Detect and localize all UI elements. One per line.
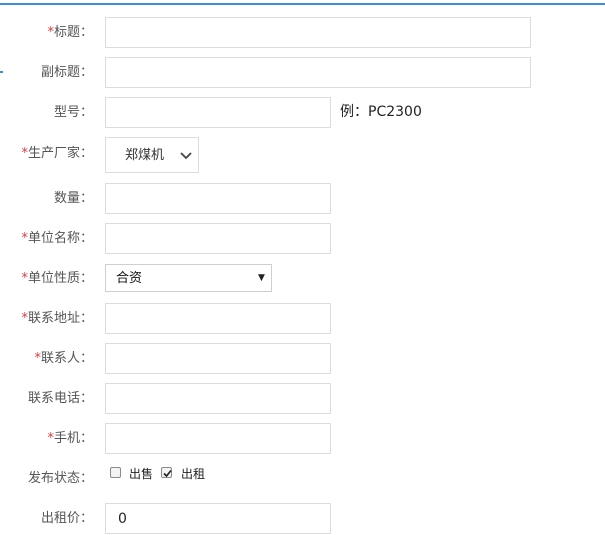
company-name-label-text: 单位名称： xyxy=(27,231,93,246)
model-label-text: 型号： xyxy=(53,105,93,120)
title-label-text: 标题： xyxy=(53,25,93,40)
rent-price-label-text: 出租价： xyxy=(40,511,93,526)
status-rent-checkbox[interactable] xyxy=(161,467,172,478)
model-input[interactable] xyxy=(105,97,331,128)
company-name-label: *单位名称： xyxy=(21,231,93,247)
status-sale-label: 出售 xyxy=(129,467,154,481)
address-input[interactable] xyxy=(105,303,331,334)
company-type-label: *单位性质： xyxy=(21,271,93,287)
manufacturer-select[interactable]: 郑煤机 xyxy=(105,137,199,173)
chevron-down-icon xyxy=(180,152,192,160)
status-rent-label: 出租 xyxy=(181,467,206,481)
status-sale-checkbox[interactable] xyxy=(110,467,121,478)
status-label-text: 发布状态： xyxy=(27,471,93,486)
contact-input[interactable] xyxy=(105,343,331,374)
contact-label: *联系人： xyxy=(34,351,93,367)
phone-label-text: 联系电话： xyxy=(27,391,93,406)
caret-down-icon: ▼ xyxy=(258,273,265,283)
model-label: 型号： xyxy=(54,105,93,121)
side-accent-mark xyxy=(0,71,3,73)
rent-price-label: 出租价： xyxy=(41,511,93,527)
contact-label-text: 联系人： xyxy=(40,351,93,366)
address-label-text: 联系地址： xyxy=(27,311,93,326)
company-type-selected-value: 合资 xyxy=(116,271,143,286)
manufacturer-selected-value: 郑煤机 xyxy=(125,148,165,163)
rent-price-input[interactable] xyxy=(105,503,331,534)
subtitle-label: 副标题： xyxy=(41,65,93,81)
quantity-label: 数量： xyxy=(54,191,93,207)
model-hint: 例：PC2300 xyxy=(340,104,422,120)
manufacturer-label-text: 生产厂家： xyxy=(27,146,93,161)
title-input[interactable] xyxy=(105,17,531,48)
mobile-label-text: 手机： xyxy=(53,431,93,446)
subtitle-label-text: 副标题： xyxy=(40,65,93,80)
mobile-input[interactable] xyxy=(105,423,331,454)
subtitle-input[interactable] xyxy=(105,57,531,88)
top-accent-line xyxy=(0,3,605,5)
company-name-input[interactable] xyxy=(105,223,331,254)
quantity-input[interactable] xyxy=(105,183,331,214)
status-label: 发布状态： xyxy=(28,471,93,487)
phone-input[interactable] xyxy=(105,383,331,414)
mobile-label: *手机： xyxy=(47,431,93,447)
title-label: *标题： xyxy=(47,25,93,41)
quantity-label-text: 数量： xyxy=(53,191,93,206)
checkmark-icon xyxy=(163,469,172,478)
address-label: *联系地址： xyxy=(21,311,93,327)
manufacturer-label: *生产厂家： xyxy=(21,146,93,162)
phone-label: 联系电话： xyxy=(28,391,93,407)
company-type-label-text: 单位性质： xyxy=(27,271,93,286)
company-type-select[interactable]: 合资 ▼ xyxy=(105,264,272,292)
